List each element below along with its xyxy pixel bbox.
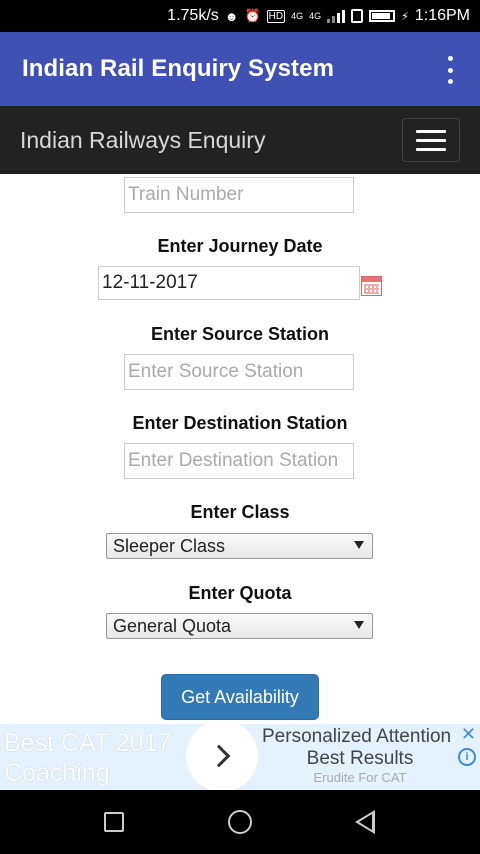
destination-station-label: Enter Destination Station: [132, 413, 348, 433]
ad-banner[interactable]: Best CAT 2017 Coaching Personalized Atte…: [0, 724, 480, 790]
journey-date-label: Enter Journey Date: [157, 236, 323, 256]
source-station-input[interactable]: [124, 354, 354, 390]
ad-left-line-1: Best CAT 2017: [4, 729, 172, 757]
chevron-right-icon: [207, 744, 231, 768]
network-type-label-1: 4G: [291, 11, 304, 21]
ad-close-icon[interactable]: ✕: [461, 724, 476, 745]
quota-selected-value: General Quota: [113, 615, 232, 636]
app-title: Indian Rail Enquiry System: [22, 55, 335, 82]
network-speed: 1.75k/s: [167, 7, 219, 24]
dropdown-arrow-icon: [354, 541, 364, 549]
ad-advertiser: Erudite For CAT: [313, 770, 407, 785]
sim-icon: [351, 9, 364, 23]
hamburger-menu-button[interactable]: [402, 118, 460, 162]
ad-next-button[interactable]: [186, 724, 258, 790]
system-navigation-bar: [0, 790, 480, 854]
ad-left-text: Best CAT 2017 Coaching: [4, 728, 194, 788]
clock: 1:16PM: [414, 7, 470, 24]
ad-left-line-2: Coaching: [4, 759, 110, 787]
quota-label: Enter Quota: [188, 583, 292, 603]
ad-info-icon[interactable]: i: [458, 748, 476, 766]
signal-icon: [327, 9, 346, 23]
recent-apps-icon[interactable]: [104, 812, 124, 832]
class-label: Enter Class: [190, 502, 290, 522]
calendar-icon[interactable]: [361, 276, 382, 296]
app-bar: Indian Rail Enquiry System: [0, 32, 480, 106]
hd-icon: HD: [266, 9, 286, 23]
ad-subline: Best Results: [306, 748, 414, 769]
site-navbar: Indian Railways Enquiry: [0, 106, 480, 174]
get-availability-button[interactable]: Get Availability: [161, 674, 319, 720]
network-type-label-2: 4G: [309, 11, 322, 21]
overflow-menu-icon[interactable]: [440, 56, 460, 84]
back-icon[interactable]: [355, 810, 375, 834]
status-bar: 1.75k/s ☻ ⏰ HD 4G 4G ⚡ 1:16PM: [0, 0, 480, 32]
screen: 1.75k/s ☻ ⏰ HD 4G 4G ⚡ 1:16PM Indian Rai…: [0, 0, 480, 854]
quota-select[interactable]: General Quota: [106, 613, 373, 639]
charging-icon: ⚡: [401, 10, 409, 23]
train-number-input[interactable]: [124, 177, 354, 213]
enquiry-form: Enter Journey Date Enter Source Station …: [0, 174, 480, 724]
alarm-icon: ⏰: [244, 8, 261, 23]
source-station-label: Enter Source Station: [150, 324, 330, 344]
contacts-icon: ☻: [224, 8, 239, 24]
class-selected-value: Sleeper Class: [113, 535, 226, 556]
class-select[interactable]: Sleeper Class: [106, 533, 373, 559]
destination-station-input[interactable]: [124, 443, 354, 479]
ad-headline: Personalized Attention: [262, 726, 452, 747]
dropdown-arrow-icon: [354, 621, 364, 629]
battery-icon: [369, 10, 396, 22]
journey-date-input[interactable]: [98, 266, 360, 300]
site-brand[interactable]: Indian Railways Enquiry: [20, 127, 265, 154]
home-icon[interactable]: [228, 810, 252, 834]
